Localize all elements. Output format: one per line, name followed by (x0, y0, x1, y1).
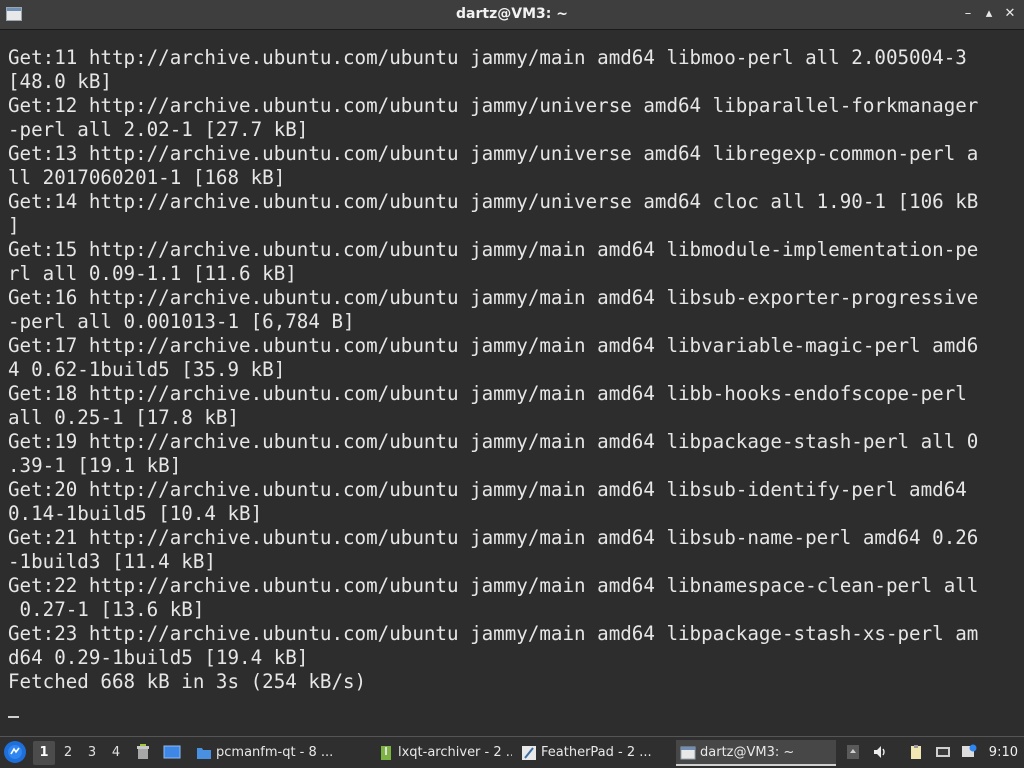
terminal-line: Get:17 http://archive.ubuntu.com/ubuntu … (8, 334, 979, 357)
featherpad-icon (521, 745, 537, 761)
terminal-line: Get:23 http://archive.ubuntu.com/ubuntu … (8, 622, 979, 645)
terminal-line: 4 0.62-1build5 [35.9 kB] (8, 358, 286, 381)
terminal-line: all 0.25-1 [17.8 kB] (8, 406, 240, 429)
window-titlebar[interactable]: dartz@VM3: ~ – ▴ ✕ (0, 0, 1024, 30)
desktop-switch-2[interactable]: 2 (57, 741, 79, 765)
terminal-line: Get:13 http://archive.ubuntu.com/ubuntu … (8, 142, 979, 165)
terminal-line: ] (8, 214, 20, 237)
task-label: dartz@VM3: ~ (700, 745, 795, 760)
taskbar: 1 2 3 4 pcmanfm-qt - 8 ... lxqt-archiver (0, 736, 1024, 768)
close-icon[interactable]: ✕ (1002, 6, 1018, 22)
window-title: dartz@VM3: ~ (456, 6, 568, 22)
terminal-line: -1build3 [11.4 kB] (8, 550, 216, 573)
clipboard-icon[interactable] (908, 744, 924, 760)
desktop-switch-3[interactable]: 3 (81, 741, 103, 765)
terminal-line: Fetched 668 kB in 3s (254 kB/s) (8, 670, 367, 693)
terminal-line: Get:11 http://archive.ubuntu.com/ubuntu … (8, 46, 967, 69)
terminal-line: .39-1 [19.1 kB] (8, 454, 182, 477)
maximize-icon[interactable]: ▴ (981, 6, 997, 22)
network-icon[interactable] (935, 744, 951, 760)
task-featherpad[interactable]: FeatherPad - 2 ... (517, 740, 667, 766)
desktop-switch-1[interactable]: 1 (33, 741, 55, 765)
terminal-line: ll 2017060201-1 [168 kB] (8, 166, 286, 189)
terminal-line: Get:19 http://archive.ubuntu.com/ubuntu … (8, 430, 979, 453)
task-label: lxqt-archiver - 2 ... (398, 745, 512, 760)
notification-icon[interactable] (961, 744, 977, 760)
terminal-line: 0.27-1 [13.6 kB] (8, 598, 205, 621)
terminal-line: Get:16 http://archive.ubuntu.com/ubuntu … (8, 286, 979, 309)
task-label: FeatherPad - 2 ... (541, 745, 652, 760)
task-terminal[interactable]: dartz@VM3: ~ (676, 740, 836, 766)
trash-icon[interactable] (134, 743, 152, 761)
task-lxqt-archiver[interactable]: lxqt-archiver - 2 ... (374, 740, 512, 766)
terminal-line: Get:21 http://archive.ubuntu.com/ubuntu … (8, 526, 979, 549)
task-label: pcmanfm-qt - 8 ... (216, 745, 334, 760)
desktop-switch-4[interactable]: 4 (105, 741, 127, 765)
terminal-line: Get:18 http://archive.ubuntu.com/ubuntu … (8, 382, 967, 405)
terminal-line: -perl all 0.001013-1 [6,784 B] (8, 310, 355, 333)
terminal-line: -perl all 2.02-1 [27.7 kB] (8, 118, 309, 141)
terminal-line: [48.0 kB] (8, 70, 112, 93)
terminal-line: Get:15 http://archive.ubuntu.com/ubuntu … (8, 238, 979, 261)
start-menu-icon[interactable] (4, 741, 26, 763)
terminal-icon (680, 745, 696, 761)
show-desktop-icon[interactable] (163, 743, 181, 761)
archive-icon (378, 745, 394, 761)
terminal-output[interactable]: Get:11 http://archive.ubuntu.com/ubuntu … (0, 30, 1024, 736)
terminal-cursor (8, 716, 19, 718)
terminal-line: Get:12 http://archive.ubuntu.com/ubuntu … (8, 94, 979, 117)
minimize-icon[interactable]: – (960, 6, 976, 22)
task-pcmanfm[interactable]: pcmanfm-qt - 8 ... (192, 740, 370, 766)
terminal-line: Get:22 http://archive.ubuntu.com/ubuntu … (8, 574, 979, 597)
terminal-line: Get:20 http://archive.ubuntu.com/ubuntu … (8, 478, 967, 501)
clock[interactable]: 9:10 (989, 737, 1018, 768)
terminal-line: d64 0.29-1build5 [19.4 kB] (8, 646, 309, 669)
terminal-line: 0.14-1build5 [10.4 kB] (8, 502, 263, 525)
folder-icon (196, 745, 212, 761)
tray-scroll-up-icon[interactable] (845, 744, 861, 760)
terminal-line: Get:14 http://archive.ubuntu.com/ubuntu … (8, 190, 979, 213)
volume-icon[interactable] (872, 744, 888, 760)
terminal-line: rl all 0.09-1.1 [11.6 kB] (8, 262, 297, 285)
